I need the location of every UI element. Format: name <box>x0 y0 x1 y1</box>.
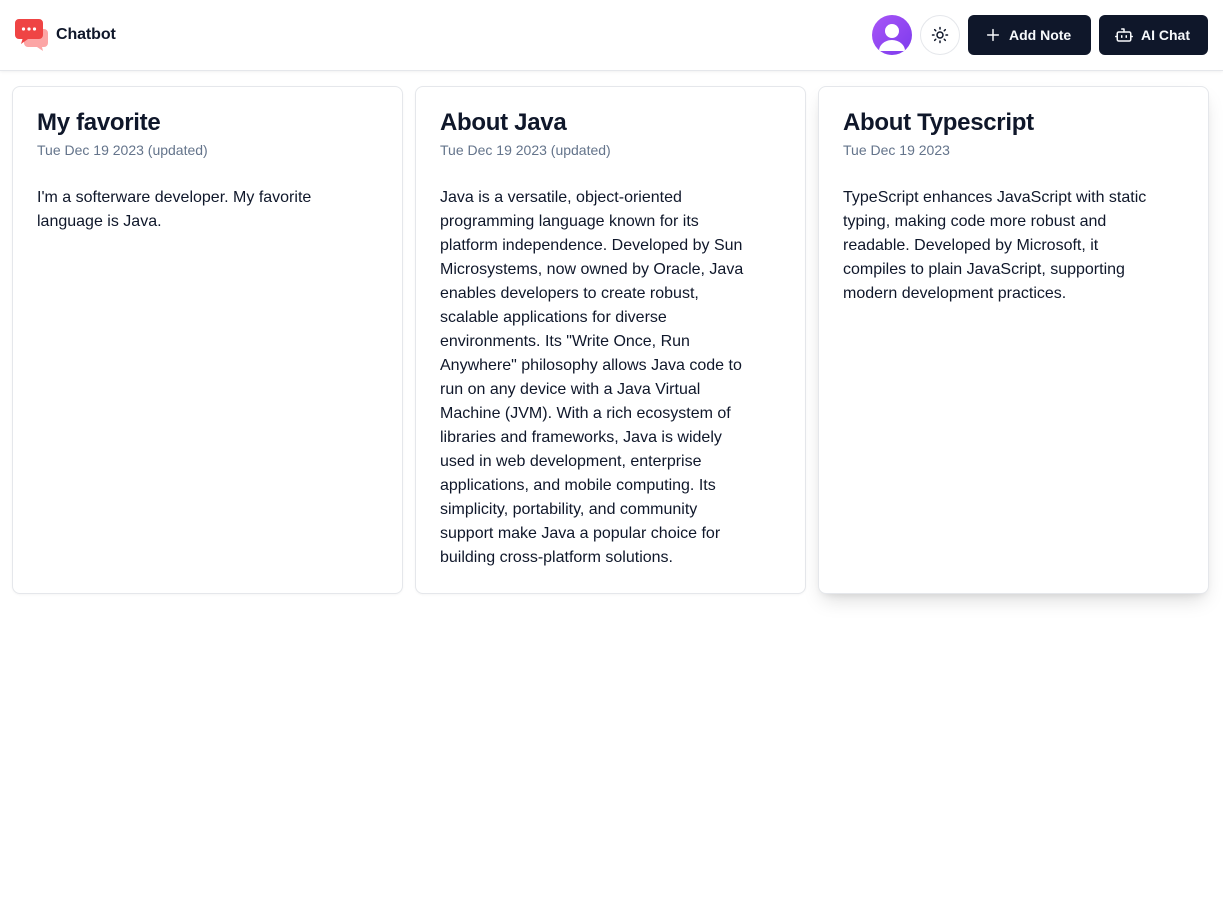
theme-toggle-button[interactable] <box>920 15 960 55</box>
note-date: Tue Dec 19 2023 (updated) <box>440 142 611 158</box>
user-icon <box>879 24 905 51</box>
note-card[interactable]: About Java Tue Dec 19 2023 (updated) Jav… <box>415 86 806 594</box>
notes-grid: My favorite Tue Dec 19 2023 (updated) I'… <box>12 86 1209 594</box>
top-navbar: Chatbot Add Note AI Chat <box>0 0 1223 71</box>
bot-icon <box>1115 28 1133 42</box>
add-note-button[interactable]: Add Note <box>968 15 1091 55</box>
note-title: My favorite <box>37 109 161 136</box>
note-content: TypeScript enhances JavaScript with stat… <box>843 189 1147 302</box>
note-title: About Typescript <box>843 109 1034 136</box>
brand-name: Chatbot <box>56 26 116 43</box>
note-card[interactable]: My favorite Tue Dec 19 2023 (updated) I'… <box>12 86 403 594</box>
add-note-label: Add Note <box>1009 27 1072 43</box>
note-title: About Java <box>440 109 567 136</box>
ai-chat-label: AI Chat <box>1141 27 1190 43</box>
note-content: Java is a versatile, object-oriented pro… <box>440 189 744 566</box>
ai-chat-button[interactable]: AI Chat <box>1099 15 1208 55</box>
user-avatar[interactable] <box>872 15 912 55</box>
note-date: Tue Dec 19 2023 (updated) <box>37 142 208 158</box>
note-card[interactable]: About Typescript Tue Dec 19 2023 TypeScr… <box>818 86 1209 594</box>
navbar-actions: Add Note AI Chat <box>872 15 1208 55</box>
sun-icon <box>931 26 949 44</box>
note-content: I'm a softerware developer. My favorite … <box>37 189 312 230</box>
note-date: Tue Dec 19 2023 <box>843 142 950 158</box>
brand-link[interactable]: Chatbot <box>14 17 116 53</box>
plus-icon <box>986 28 1000 42</box>
chat-bubbles-icon <box>15 19 48 51</box>
